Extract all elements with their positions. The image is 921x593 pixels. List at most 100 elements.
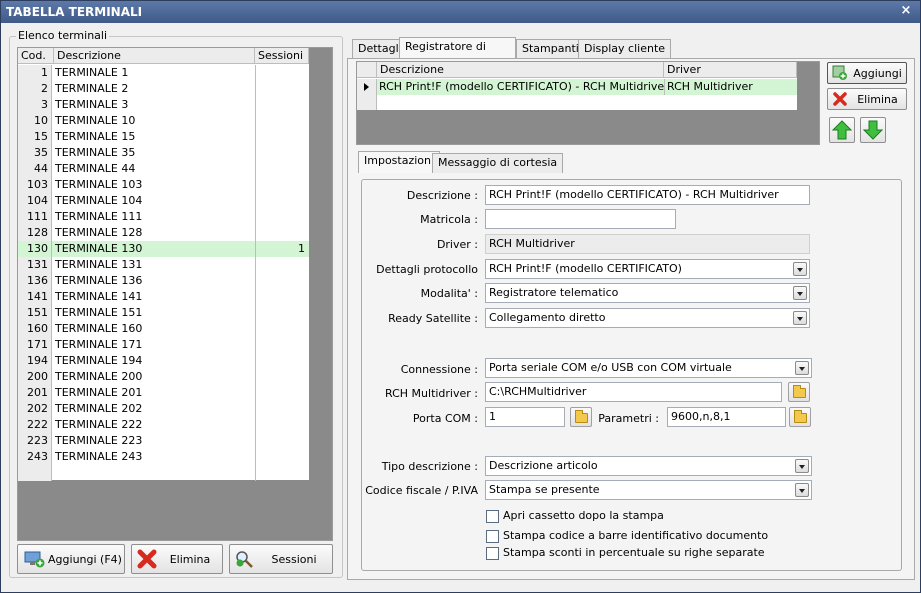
codice-fiscale-value: Stampa se presente [489, 483, 600, 496]
devices-column-description[interactable]: Descrizione [377, 62, 664, 78]
window-title: TABELLA TERMINALI [6, 5, 143, 19]
cell-cod: 171 [18, 337, 52, 353]
tab-messaggio-di-cortesia[interactable]: Messaggio di cortesia [432, 153, 564, 173]
table-row[interactable]: 3 TERMINALE 3 [18, 97, 309, 113]
move-down-button[interactable] [860, 117, 886, 143]
table-row[interactable]: 131 TERMINALE 131 [18, 257, 309, 273]
driver-field: RCH Multidriver [485, 234, 810, 254]
table-row[interactable]: 10 TERMINALE 10 [18, 113, 309, 129]
column-header-sessions[interactable]: Sessioni [255, 48, 309, 64]
table-row[interactable]: 141 TERMINALE 141 [18, 289, 309, 305]
table-row[interactable]: 200 TERMINALE 200 [18, 369, 309, 385]
add-monitor-icon [24, 550, 46, 568]
checkbox-label: Stampa sconti in percentuale su righe se… [503, 546, 765, 559]
table-row[interactable]: 111 TERMINALE 111 [18, 209, 309, 225]
table-row[interactable]: 243 TERMINALE 243 [18, 449, 309, 465]
table-row[interactable]: 1 TERMINALE 1 [18, 65, 309, 81]
parametri-field[interactable]: 9600,n,8,1 [667, 407, 786, 427]
sessions-button[interactable]: Sessioni [229, 544, 333, 574]
protocollo-select[interactable]: RCH Print!F (modello CERTIFICATO) [485, 259, 810, 279]
chevron-down-icon[interactable] [793, 311, 807, 325]
cell-sessions [255, 129, 309, 145]
delete-terminal-button[interactable]: Elimina [131, 544, 223, 574]
table-row[interactable]: 201 TERMINALE 201 [18, 385, 309, 401]
table-row[interactable]: 194 TERMINALE 194 [18, 353, 309, 369]
parametri-label: Parametri : [598, 412, 659, 425]
table-row[interactable]: 15 TERMINALE 15 [18, 129, 309, 145]
tipo-descrizione-select[interactable]: Descrizione articolo [485, 456, 812, 476]
browse-multidriver-button[interactable] [788, 382, 810, 402]
sessions-label: Sessioni [271, 552, 317, 566]
delete-device-label: Elimina [857, 92, 898, 106]
chevron-down-icon[interactable] [795, 459, 809, 473]
matricola-field[interactable] [485, 209, 676, 229]
close-icon[interactable]: × [898, 4, 914, 19]
cell-sessions [255, 417, 309, 433]
chevron-down-icon[interactable] [795, 483, 809, 497]
table-row[interactable]: 202 TERMINALE 202 [18, 401, 309, 417]
cell-description: TERMINALE 136 [55, 274, 143, 287]
terminals-grid[interactable]: Cod. Descrizione Sessioni 1 TERMINALE 12T… [17, 47, 333, 541]
checkbox-box[interactable] [486, 510, 499, 523]
table-row[interactable]: 130 TERMINALE 130 1 [18, 241, 309, 257]
table-row[interactable]: 128 TERMINALE 128 [18, 225, 309, 241]
cell-cod: 3 [18, 97, 52, 113]
table-row[interactable]: 151 TERMINALE 151 [18, 305, 309, 321]
cell-sessions [255, 97, 309, 113]
chevron-down-icon[interactable] [793, 262, 807, 276]
table-row-empty[interactable] [18, 465, 309, 481]
cell-sessions [255, 65, 309, 81]
cell-cod: 2 [18, 81, 52, 97]
checkbox-box[interactable] [486, 530, 499, 543]
add-device-button[interactable]: Aggiungi [827, 62, 907, 84]
descrizione-field[interactable]: RCH Print!F (modello CERTIFICATO) - RCH … [485, 185, 810, 205]
chevron-down-icon[interactable] [793, 286, 807, 300]
table-row[interactable]: 222 TERMINALE 222 [18, 417, 309, 433]
cell-sessions [255, 289, 309, 305]
codice-fiscale-label: Codice fiscale / P.IVA [365, 484, 478, 497]
tab-registratore-di-cassa[interactable]: Registratore di cassa [399, 37, 516, 71]
table-row[interactable]: 223 TERMINALE 223 [18, 433, 309, 449]
device-row[interactable]: RCH Print!F (modello CERTIFICATO) - RCH … [357, 79, 797, 95]
modalita-value: Registratore telematico [489, 286, 619, 299]
column-header-cod[interactable]: Cod. [18, 48, 54, 64]
cell-cod: 128 [18, 225, 52, 241]
add-terminal-button[interactable]: Aggiungi (F4) [17, 544, 125, 574]
cell-description: TERMINALE 131 [55, 258, 143, 271]
multidriver-path-field[interactable]: C:\RCHMultidriver [485, 382, 782, 402]
table-row[interactable]: 44 TERMINALE 44 [18, 161, 309, 177]
codice-fiscale-select[interactable]: Stampa se presente [485, 480, 812, 500]
protocollo-label: Dettagli protocollo [376, 263, 478, 276]
tab-display-cliente[interactable]: Display cliente [578, 39, 672, 59]
cell-sessions [255, 161, 309, 177]
table-row[interactable]: 104 TERMINALE 104 [18, 193, 309, 209]
tab-stampanti[interactable]: Stampanti [516, 39, 585, 59]
cell-cod: 136 [18, 273, 52, 289]
cell-description: TERMINALE 171 [55, 338, 143, 351]
browse-parametri-button[interactable] [789, 407, 811, 427]
table-row[interactable]: 136 TERMINALE 136 [18, 273, 309, 289]
chevron-down-icon[interactable] [795, 361, 809, 375]
cell-sessions: 1 [255, 241, 309, 257]
satellite-select[interactable]: Collegamento diretto [485, 308, 810, 328]
table-row[interactable]: 35 TERMINALE 35 [18, 145, 309, 161]
column-header-description[interactable]: Descrizione [54, 48, 255, 64]
device-description: RCH Print!F (modello CERTIFICATO) - RCH … [379, 80, 664, 93]
table-row[interactable]: 160 TERMINALE 160 [18, 321, 309, 337]
table-row[interactable]: 2 TERMINALE 2 [18, 81, 309, 97]
devices-column-driver[interactable]: Driver [664, 62, 797, 78]
connessione-select[interactable]: Porta seriale COM e/o USB con COM virtua… [485, 358, 812, 378]
cell-description: TERMINALE 2 [55, 82, 129, 95]
tab-impostazioni[interactable]: Impostazioni [358, 151, 441, 173]
cell-sessions [255, 385, 309, 401]
delete-device-button[interactable]: Elimina [827, 88, 907, 110]
row-pointer-icon [357, 79, 377, 95]
checkbox-box[interactable] [486, 547, 499, 560]
cell-cod: 222 [18, 417, 52, 433]
cell-cod: 201 [18, 385, 52, 401]
table-row[interactable]: 171 TERMINALE 171 [18, 337, 309, 353]
move-up-button[interactable] [829, 117, 855, 143]
devices-grid[interactable]: Descrizione Driver RCH Print!F (modello … [356, 61, 820, 145]
modalita-select[interactable]: Registratore telematico [485, 283, 810, 303]
table-row[interactable]: 103 TERMINALE 103 [18, 177, 309, 193]
